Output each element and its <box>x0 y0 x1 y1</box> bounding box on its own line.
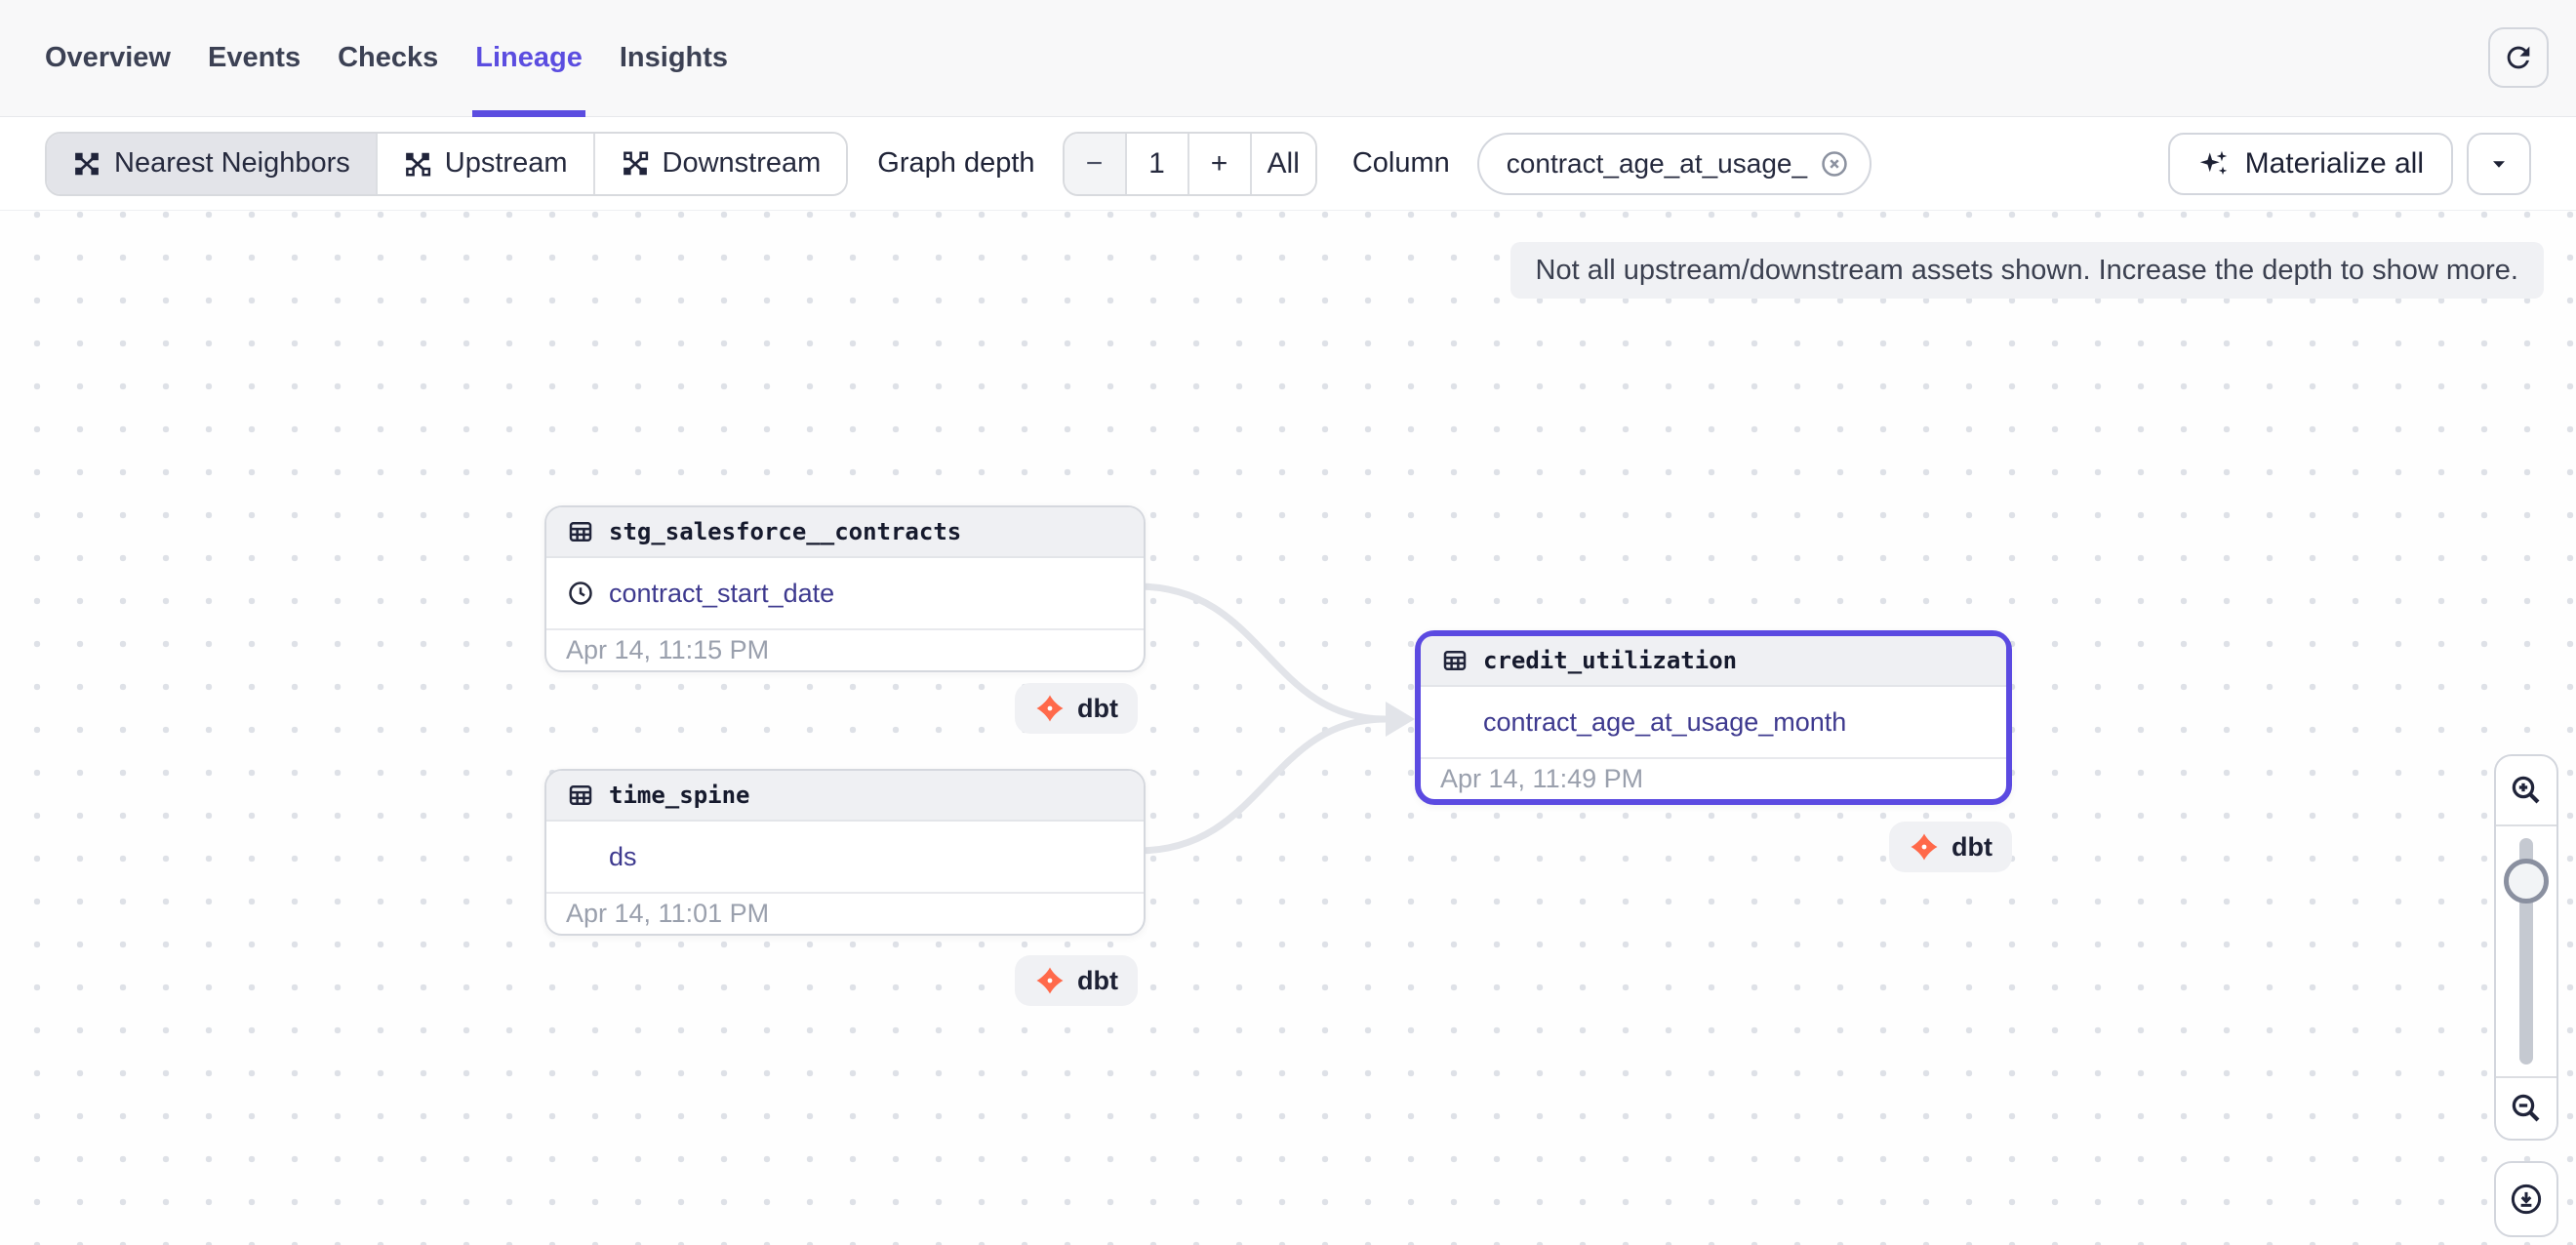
table-icon <box>566 781 595 810</box>
column-label: Column <box>1352 147 1450 180</box>
tab-lineage[interactable]: Lineage <box>475 0 583 116</box>
dbt-logo-icon <box>1034 965 1066 996</box>
lineage-edges <box>0 211 2576 1245</box>
top-nav: Overview Events Checks Lineage Insights <box>0 0 2576 117</box>
mode-downstream[interactable]: Downstream <box>595 134 847 194</box>
node-column-row[interactable]: contract_age_at_usage_month <box>1421 687 2006 757</box>
dbt-badge-label: dbt <box>1077 694 1118 724</box>
zoom-out-icon <box>2509 1091 2544 1126</box>
mode-upstream[interactable]: Upstream <box>378 134 595 194</box>
node-timestamp: Apr 14, 11:15 PM <box>546 628 1144 670</box>
graph-depth-control: − 1 + All <box>1063 132 1317 196</box>
refresh-icon <box>2502 41 2535 74</box>
node-column-row[interactable]: ds <box>546 822 1144 892</box>
mode-label: Upstream <box>445 147 568 180</box>
node-stg-salesforce-contracts[interactable]: stg_salesforce__contracts contract_start… <box>544 505 1146 672</box>
dbt-badge-label: dbt <box>1077 966 1118 996</box>
table-icon <box>566 517 595 546</box>
tab-insights[interactable]: Insights <box>620 0 728 116</box>
dbt-badge: dbt <box>1015 683 1138 734</box>
mode-toggle-group: Nearest Neighbors Upstream Downstream <box>45 132 848 196</box>
zoom-out-button[interactable] <box>2496 1076 2556 1139</box>
materialize-all-label: Materialize all <box>2245 147 2424 181</box>
mode-label: Nearest Neighbors <box>114 147 350 180</box>
node-timestamp: Apr 14, 11:49 PM <box>1421 757 2006 799</box>
node-timestamp: Apr 14, 11:01 PM <box>546 892 1144 934</box>
nearest-neighbors-icon <box>72 149 101 179</box>
column-name: contract_start_date <box>609 579 834 609</box>
table-icon <box>1440 646 1469 675</box>
node-time-spine[interactable]: time_spine ds Apr 14, 11:01 PM <box>544 769 1146 936</box>
zoom-slider[interactable] <box>2496 826 2556 1076</box>
node-title: stg_salesforce__contracts <box>609 518 961 545</box>
clock-icon <box>566 579 595 608</box>
dbt-badge: dbt <box>1015 955 1138 1006</box>
materialize-all-button[interactable]: Materialize all <box>2168 133 2453 195</box>
zoom-panel <box>2494 754 2558 1141</box>
depth-value: 1 <box>1127 134 1189 194</box>
mode-nearest-neighbors[interactable]: Nearest Neighbors <box>47 134 378 194</box>
column-name: contract_age_at_usage_month <box>1483 707 1846 738</box>
node-credit-utilization[interactable]: credit_utilization contract_age_at_usage… <box>1415 630 2012 805</box>
remove-column-filter-icon[interactable] <box>1819 148 1850 180</box>
node-header: stg_salesforce__contracts <box>546 507 1144 558</box>
dbt-logo-icon <box>1034 693 1066 724</box>
export-image-button[interactable] <box>2494 1161 2558 1237</box>
chevron-down-icon <box>2486 151 2512 177</box>
mode-label: Downstream <box>663 147 822 180</box>
column-filter-tag: contract_age_at_usage_ <box>1477 133 1872 195</box>
refresh-button[interactable] <box>2488 27 2549 88</box>
depth-all-button[interactable]: All <box>1252 134 1315 194</box>
lineage-canvas[interactable]: Not all upstream/downstream assets shown… <box>0 211 2576 1245</box>
download-icon <box>2508 1181 2545 1218</box>
materialize-options-button[interactable] <box>2467 133 2531 195</box>
lineage-toolbar: Nearest Neighbors Upstream Downstream Gr… <box>0 117 2576 211</box>
tab-events[interactable]: Events <box>208 0 301 116</box>
tab-overview[interactable]: Overview <box>45 0 171 116</box>
zoom-in-icon <box>2509 773 2544 808</box>
node-title: time_spine <box>609 782 750 809</box>
column-filter-value: contract_age_at_usage_ <box>1507 148 1807 180</box>
dbt-badge-label: dbt <box>1952 832 1992 863</box>
graph-depth-label: Graph depth <box>877 147 1034 180</box>
dbt-logo-icon <box>1909 831 1940 863</box>
zoom-slider-handle[interactable] <box>2504 859 2549 904</box>
zoom-in-button[interactable] <box>2496 756 2556 826</box>
dbt-badge: dbt <box>1889 822 2012 872</box>
sparkles-icon <box>2197 147 2231 181</box>
tab-checks[interactable]: Checks <box>338 0 438 116</box>
node-column-row[interactable]: contract_start_date <box>546 558 1144 628</box>
node-title: credit_utilization <box>1483 647 1737 674</box>
node-header: time_spine <box>546 771 1144 822</box>
zoom-slider-track[interactable] <box>2519 838 2533 1064</box>
depth-notice: Not all upstream/downstream assets shown… <box>1510 242 2544 299</box>
depth-increment-button[interactable]: + <box>1189 134 1252 194</box>
depth-decrement-button[interactable]: − <box>1065 134 1127 194</box>
downstream-icon <box>621 149 650 179</box>
column-name: ds <box>609 842 637 872</box>
node-header: credit_utilization <box>1421 636 2006 687</box>
upstream-icon <box>403 149 432 179</box>
